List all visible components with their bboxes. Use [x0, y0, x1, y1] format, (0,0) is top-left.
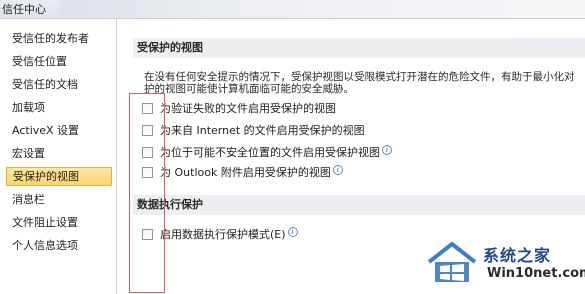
sidebar-item-trusted-locations[interactable]: 受信任位置: [6, 52, 112, 71]
annotation-red-box: [129, 93, 165, 293]
sidebar-item-macro-settings[interactable]: 宏设置: [6, 144, 112, 163]
sidebar: 受信任的发布者 受信任位置 受信任的文档 加载项 ActiveX 设置 宏设置 …: [0, 19, 117, 294]
sidebar-item-message-bar[interactable]: 消息栏: [6, 190, 112, 209]
sidebar-item-add-ins[interactable]: 加载项: [6, 98, 112, 117]
windows-house-logo: [427, 242, 477, 282]
protected-view-description: 在没有任何安全提示的情况下，受保护视图以受限模式打开潜在的危险文件，有助于最小化…: [144, 71, 585, 95]
info-icon[interactable]: i: [382, 145, 392, 155]
watermark-title: 系统之家: [483, 246, 552, 265]
window-title: 信任中心: [2, 3, 46, 16]
option-label: 为来自 Internet 的文件启用受保护的视图: [160, 124, 365, 137]
info-icon[interactable]: i: [332, 165, 343, 175]
sidebar-item-file-block-settings[interactable]: 文件阻止设置: [6, 213, 112, 232]
description-line-1: 在没有任何安全提示的情况下，受保护视图以受限模式打开潜在的危险文件，有助于最小化…: [144, 71, 575, 83]
watermark: 系统之家 Win10net.com: [425, 238, 585, 294]
sidebar-item-protected-view[interactable]: 受保护的视图: [6, 167, 112, 186]
sidebar-item-privacy-options[interactable]: 个人信息选项: [6, 236, 112, 255]
info-icon[interactable]: i: [287, 227, 298, 237]
watermark-url: Win10net.com: [487, 266, 585, 281]
title-bar-fill: [60, 0, 585, 18]
sidebar-item-trusted-publishers[interactable]: 受信任的发布者: [6, 29, 112, 48]
option-label: 启用数据执行保护模式(E): [160, 228, 286, 241]
description-line-2: 护的视图可能使计算机面临可能的安全威胁。: [144, 83, 354, 95]
sidebar-item-activex-settings[interactable]: ActiveX 设置: [6, 121, 112, 140]
section-header-dep: 数据执行保护: [133, 195, 585, 215]
sidebar-item-trusted-documents[interactable]: 受信任的文档: [6, 75, 112, 94]
option-label: 为 Outlook 附件启用受保护的视图: [160, 166, 331, 179]
title-bar: 信任中心: [0, 0, 585, 19]
option-label: 为验证失败的文件启用受保护的视图: [160, 102, 336, 115]
section-header-protected-view: 受保护的视图: [133, 38, 585, 58]
option-label: 为位于可能不安全位置的文件启用受保护视图: [160, 146, 380, 159]
